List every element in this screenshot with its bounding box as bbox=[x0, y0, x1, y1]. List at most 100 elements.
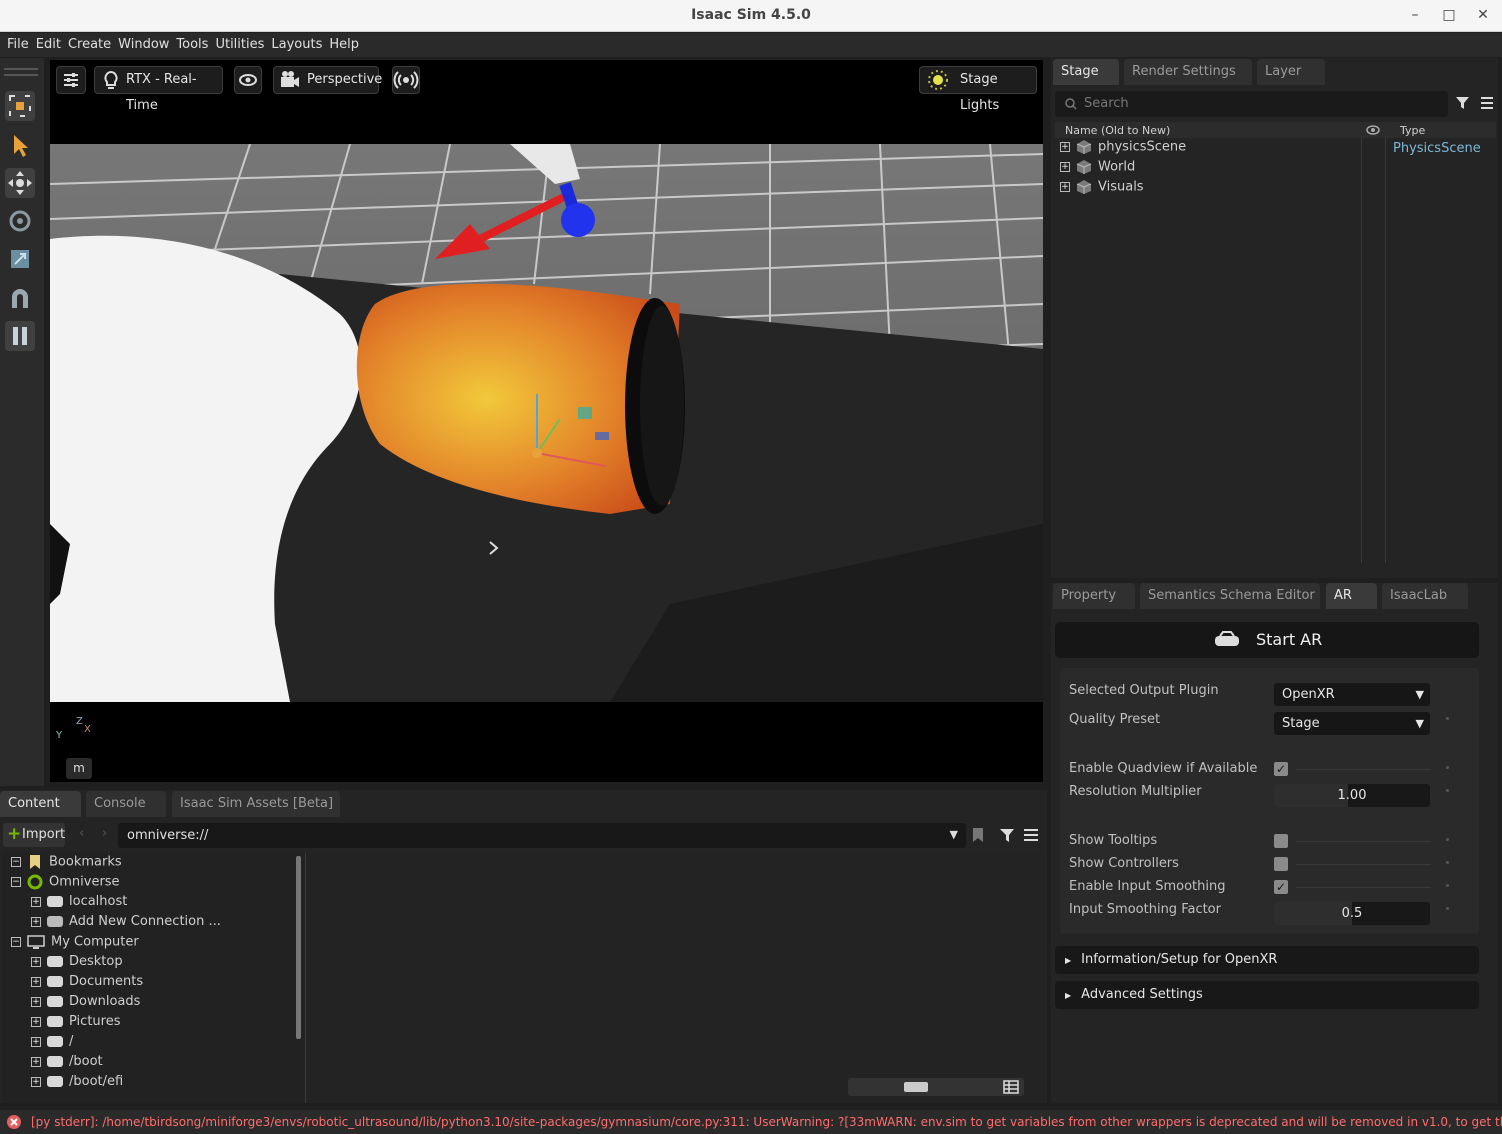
tab-property[interactable]: Property bbox=[1053, 583, 1135, 609]
pause-icon[interactable] bbox=[5, 321, 35, 351]
tab-isaaclab[interactable]: IsaacLab bbox=[1382, 583, 1468, 609]
import-button[interactable]: + Import bbox=[3, 823, 65, 847]
scale-icon[interactable] bbox=[5, 244, 35, 274]
collapse-icon[interactable]: − bbox=[11, 877, 21, 887]
quadview-checkbox[interactable]: ✓ bbox=[1274, 762, 1288, 776]
menu-layouts[interactable]: Layouts bbox=[271, 33, 322, 52]
units-badge[interactable]: m bbox=[66, 758, 92, 779]
expand-icon[interactable]: + bbox=[31, 1036, 41, 1047]
column-type[interactable]: Type bbox=[1400, 124, 1425, 137]
tree-item-downloads[interactable]: + Downloads bbox=[31, 994, 140, 1014]
tree-item-omniverse[interactable]: − Omniverse bbox=[11, 874, 120, 894]
error-icon[interactable] bbox=[6, 1114, 22, 1130]
tab-stage[interactable]: Stage bbox=[1053, 59, 1119, 85]
snap-magnet-icon[interactable] bbox=[5, 284, 35, 314]
tree-item-my-computer[interactable]: − My Computer bbox=[11, 934, 139, 954]
stage-row-world[interactable]: + World bbox=[1060, 159, 1135, 179]
expand-icon[interactable]: + bbox=[31, 896, 41, 907]
stage-lights-button[interactable]: Stage Lights bbox=[919, 66, 1037, 113]
tree-item-root[interactable]: + / bbox=[31, 1034, 73, 1054]
visibility-button[interactable] bbox=[234, 66, 262, 94]
bookmark-icon[interactable] bbox=[970, 826, 986, 844]
tree-item-boot-efi[interactable]: + /boot/efi bbox=[31, 1074, 123, 1094]
reset-dot-icon[interactable] bbox=[1446, 766, 1449, 769]
tab-console[interactable]: Console bbox=[86, 791, 166, 817]
output-plugin-dropdown[interactable]: OpenXR ▼ bbox=[1274, 683, 1430, 706]
tree-scrollbar[interactable] bbox=[296, 856, 301, 1039]
stage-search-field[interactable]: Search bbox=[1055, 91, 1448, 117]
grip-handle[interactable] bbox=[4, 68, 38, 70]
expand-icon[interactable]: + bbox=[31, 996, 41, 1007]
viewport[interactable]: RTX - Real-Time Perspective Stage Lights bbox=[50, 60, 1043, 782]
scene-render[interactable] bbox=[50, 144, 1043, 702]
renderer-button[interactable]: RTX - Real-Time bbox=[94, 66, 223, 113]
reset-dot-icon[interactable] bbox=[1446, 789, 1449, 792]
tab-layer[interactable]: Layer bbox=[1257, 59, 1325, 85]
forward-arrow-icon[interactable]: › bbox=[102, 826, 107, 841]
menu-tools[interactable]: Tools bbox=[176, 33, 208, 52]
path-field[interactable]: omniverse:// ▼ bbox=[118, 823, 966, 848]
reset-dot-icon[interactable] bbox=[1446, 884, 1449, 887]
menu-utilities[interactable]: Utilities bbox=[215, 33, 264, 52]
stage-row-physicsscene[interactable]: + physicsScene bbox=[1060, 139, 1186, 159]
tab-semantics-schema-editor[interactable]: Semantics Schema Editor bbox=[1140, 583, 1320, 609]
expand-icon[interactable]: + bbox=[31, 976, 41, 987]
move-icon[interactable] bbox=[5, 168, 35, 198]
back-arrow-icon[interactable]: ‹ bbox=[79, 826, 84, 841]
quality-preset-dropdown[interactable]: Stage ▼ bbox=[1274, 712, 1430, 735]
rotate-icon[interactable] bbox=[5, 206, 35, 236]
filter-icon[interactable] bbox=[998, 826, 1018, 844]
tab-render-settings[interactable]: Render Settings bbox=[1124, 59, 1252, 85]
menu-icon[interactable] bbox=[1022, 826, 1040, 844]
visibility-column-icon[interactable] bbox=[1365, 123, 1381, 137]
tooltips-checkbox[interactable] bbox=[1274, 834, 1288, 848]
start-ar-button[interactable]: Start AR bbox=[1055, 622, 1479, 658]
menu-help[interactable]: Help bbox=[329, 33, 359, 52]
smoothing-factor-slider[interactable]: 0.5 bbox=[1274, 902, 1430, 925]
expand-icon[interactable]: + bbox=[1060, 142, 1070, 152]
camera-button[interactable]: Perspective bbox=[273, 66, 382, 94]
expand-icon[interactable]: + bbox=[1060, 162, 1070, 172]
minimize-button[interactable]: – bbox=[1401, 4, 1429, 26]
filter-icon[interactable] bbox=[1454, 94, 1472, 112]
expand-icon[interactable]: + bbox=[31, 1056, 41, 1067]
menu-window[interactable]: Window bbox=[118, 33, 169, 52]
slider-thumb[interactable] bbox=[904, 1082, 928, 1092]
tree-item-bookmarks[interactable]: − Bookmarks bbox=[11, 854, 122, 874]
pointer-icon[interactable] bbox=[5, 130, 35, 160]
tree-item-localhost[interactable]: + localhost bbox=[31, 894, 127, 914]
reset-dot-icon[interactable] bbox=[1446, 717, 1449, 720]
view-zoom-slider[interactable] bbox=[848, 1078, 1024, 1096]
tree-item-add-connection[interactable]: + Add New Connection ... bbox=[31, 914, 221, 934]
tab-ar[interactable]: AR bbox=[1326, 583, 1377, 609]
reset-dot-icon[interactable] bbox=[1446, 861, 1449, 864]
maximize-button[interactable]: □ bbox=[1435, 4, 1463, 26]
expand-icon[interactable]: + bbox=[31, 916, 41, 927]
menu-create[interactable]: Create bbox=[68, 33, 111, 52]
smoothing-checkbox[interactable]: ✓ bbox=[1274, 880, 1288, 894]
expand-icon[interactable]: + bbox=[31, 1076, 41, 1087]
tree-item-pictures[interactable]: + Pictures bbox=[31, 1014, 120, 1034]
reset-dot-icon[interactable] bbox=[1446, 907, 1449, 910]
stage-row-visuals[interactable]: + Visuals bbox=[1060, 179, 1144, 199]
menu-file[interactable]: File bbox=[7, 33, 29, 52]
broadcast-button[interactable] bbox=[392, 66, 420, 94]
tab-isaac-sim-assets[interactable]: Isaac Sim Assets [Beta] bbox=[172, 791, 340, 817]
tree-item-boot[interactable]: + /boot bbox=[31, 1054, 103, 1074]
reset-dot-icon[interactable] bbox=[1446, 838, 1449, 841]
menu-icon[interactable] bbox=[1479, 94, 1495, 112]
grid-view-icon[interactable] bbox=[1003, 1080, 1019, 1094]
dropdown-arrow-icon[interactable]: ▼ bbox=[950, 828, 958, 841]
collapse-icon[interactable]: − bbox=[11, 857, 21, 867]
collapse-icon[interactable]: − bbox=[11, 937, 21, 947]
resolution-slider[interactable]: 1.00 bbox=[1274, 784, 1430, 807]
content-file-area[interactable] bbox=[306, 853, 1045, 1103]
viewport-settings-button[interactable] bbox=[56, 66, 86, 94]
tree-item-documents[interactable]: + Documents bbox=[31, 974, 143, 994]
expand-icon[interactable]: + bbox=[31, 1016, 41, 1027]
select-mode-icon[interactable] bbox=[5, 91, 35, 121]
tab-content[interactable]: Content bbox=[0, 791, 81, 817]
menu-edit[interactable]: Edit bbox=[36, 33, 61, 52]
close-button[interactable]: ✕ bbox=[1469, 4, 1497, 26]
expand-icon[interactable]: + bbox=[1060, 182, 1070, 192]
